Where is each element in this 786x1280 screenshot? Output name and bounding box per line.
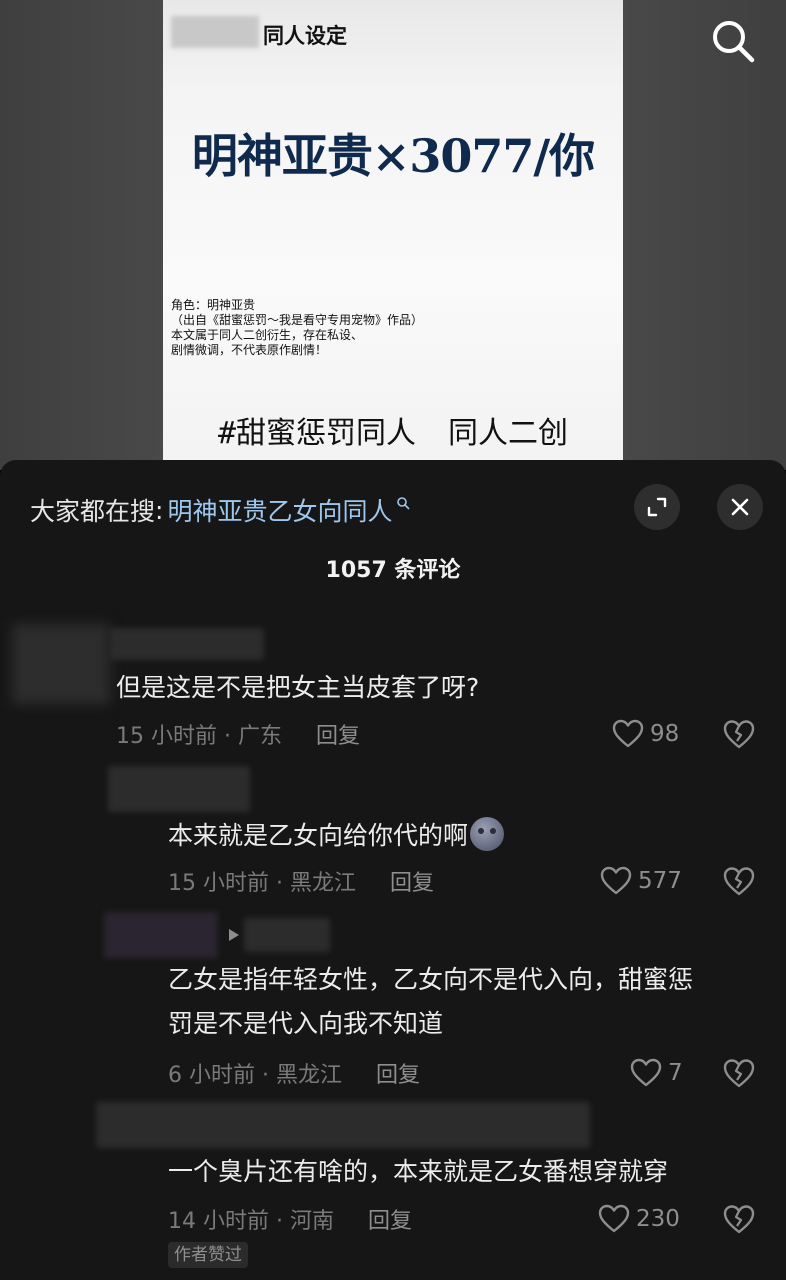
trending-search-prefix: 大家都在搜 [30, 497, 156, 526]
like-count: 230 [636, 1206, 680, 1232]
heart-icon [630, 1058, 662, 1087]
comment-time-location: 15 小时前 · 广东 [116, 724, 282, 749]
broken-heart-icon[interactable] [722, 718, 756, 750]
expand-button[interactable] [634, 484, 680, 530]
comment-meta: 15 小时前 · 广东 回复 [116, 718, 360, 750]
search-small-icon [397, 497, 410, 510]
avatar[interactable] [12, 624, 110, 704]
close-icon [731, 498, 749, 516]
reply-button[interactable]: 回复 [316, 718, 360, 750]
comment-text-content: 本来就是乙女向给你代的啊 [168, 821, 469, 850]
comment-text: 但是这是不是把女主当皮套了呀? [116, 673, 480, 702]
comment-text-line: 罚是不是代入向我不知道 [168, 1009, 444, 1038]
moon-face-emoji [470, 817, 505, 851]
trending-search-colon: : [155, 495, 164, 525]
comment-text: 本来就是乙女向给你代的啊 [168, 814, 505, 858]
author-liked-badge: 作者赞过 [168, 1242, 248, 1268]
comment-time-location: 15 小时前 · 黑龙江 [168, 871, 356, 896]
comment-meta: 15 小时前 · 黑龙江 回复 [168, 865, 434, 897]
blurred-username[interactable] [96, 1102, 590, 1148]
like-button[interactable]: 577 [600, 865, 682, 897]
blurred-author-name [171, 16, 259, 48]
reply-button[interactable]: 回复 [368, 1203, 412, 1235]
reply-arrow-icon [229, 929, 239, 941]
like-button[interactable]: 230 [598, 1203, 680, 1235]
like-button[interactable]: 98 [612, 718, 679, 750]
broken-heart-icon[interactable] [722, 1057, 756, 1089]
broken-heart-icon[interactable] [722, 1203, 756, 1235]
blurred-username[interactable] [110, 628, 264, 660]
poster-description: 角色：明神亚贵 （出自《甜蜜惩罚～我是看守专用宠物》作品） 本文属于同人二创衍生… [171, 298, 424, 357]
reply-button[interactable]: 回复 [376, 1057, 420, 1089]
heart-icon [598, 1204, 630, 1233]
comment-time-location: 14 小时前 · 河南 [168, 1209, 334, 1234]
like-button[interactable]: 7 [630, 1057, 683, 1089]
like-count: 7 [668, 1060, 683, 1086]
trending-search[interactable]: 大家都在搜 : 明神亚贵乙女向同人 [30, 490, 410, 530]
broken-heart-icon[interactable] [722, 865, 756, 897]
comment-text: 一个臭片还有啥的，本来就是乙女番想穿就穿 [168, 1157, 669, 1186]
search-icon[interactable] [710, 18, 756, 64]
comments-panel: 大家都在搜 : 明神亚贵乙女向同人 1057 条评论 但是这是不是把女主当皮套了… [0, 460, 786, 1280]
poster-hashtags: #甜蜜惩罚同人 同人二创 [217, 416, 569, 451]
comment-time-location: 6 小时前 · 黑龙江 [168, 1063, 342, 1088]
blurred-username[interactable] [104, 912, 218, 958]
close-button[interactable] [717, 484, 763, 530]
comment-count: 1057 条评论 [325, 558, 461, 583]
blurred-username[interactable] [108, 766, 250, 812]
comment-meta: 6 小时前 · 黑龙江 回复 [168, 1057, 420, 1089]
poster-headline: 明神亚贵×3077/你 [191, 129, 595, 183]
heart-icon [612, 719, 644, 748]
expand-icon [647, 497, 667, 517]
comment-text-line: 乙女是指年轻女性，乙女向不是代入向，甜蜜惩 [168, 965, 694, 994]
comment-text: 乙女是指年轻女性，乙女向不是代入向，甜蜜惩 罚是不是代入向我不知道 [168, 958, 693, 1046]
video-poster: 同人设定 明神亚贵×3077/你 角色：明神亚贵 （出自《甜蜜惩罚～我是看守专用… [163, 0, 623, 470]
trending-search-query[interactable]: 明神亚贵乙女向同人 [167, 492, 392, 528]
heart-icon [600, 866, 632, 895]
reply-button[interactable]: 回复 [390, 865, 434, 897]
like-count: 98 [650, 721, 680, 747]
blurred-reply-target[interactable] [244, 918, 330, 952]
poster-tag: 同人设定 [263, 23, 347, 48]
like-count: 577 [638, 868, 682, 894]
comment-meta: 14 小时前 · 河南 回复 [168, 1203, 412, 1235]
video-background[interactable]: 同人设定 明神亚贵×3077/你 角色：明神亚贵 （出自《甜蜜惩罚～我是看守专用… [0, 0, 786, 470]
